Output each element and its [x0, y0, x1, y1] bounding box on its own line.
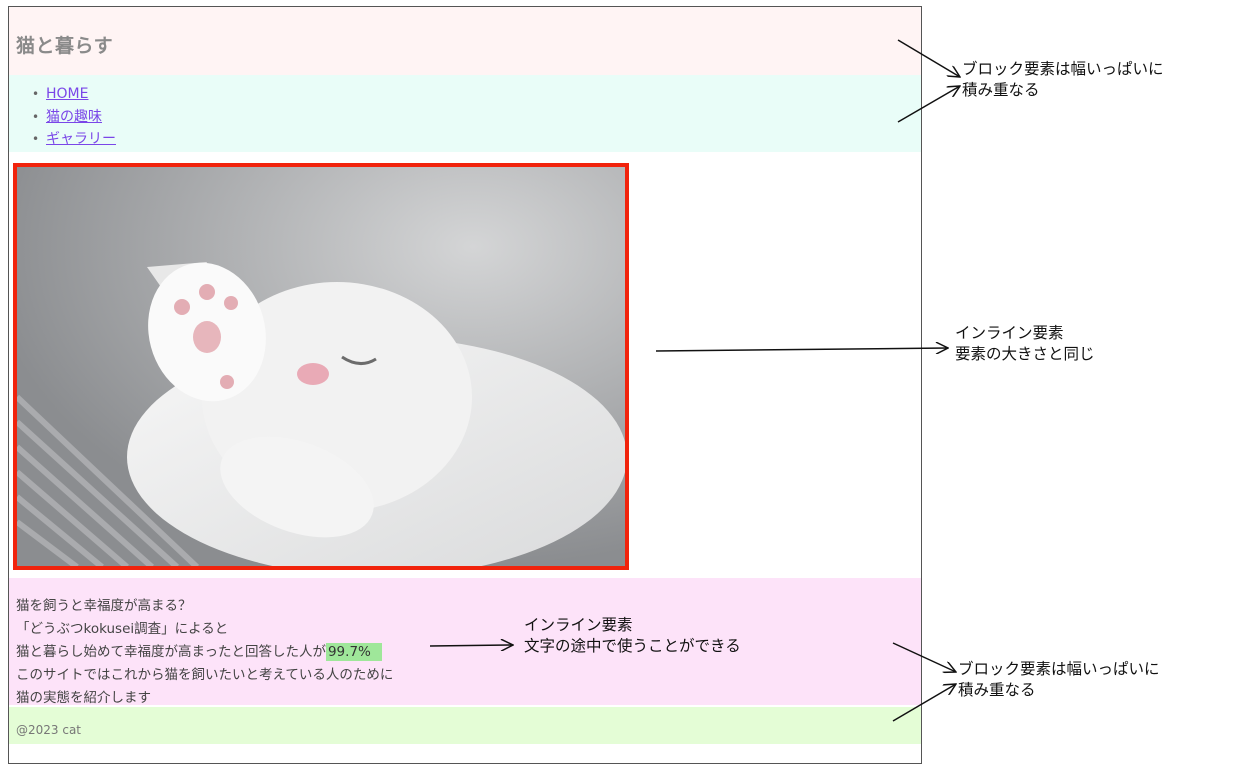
annotation-block-bottom: ブロック要素は幅いっぱいに 積み重なる — [958, 659, 1160, 701]
annotation-block-bottom-line1: ブロック要素は幅いっぱいに — [958, 660, 1160, 678]
annotation-block-bottom-line2: 積み重なる — [958, 681, 1036, 699]
content-line-3: 猫と暮らし始めて幸福度が高まったと回答した人が 99.7% — [16, 640, 382, 661]
annotation-inline-image-line2: 要素の大きさと同じ — [955, 345, 1095, 363]
nav-item-home: • HOME — [32, 83, 116, 106]
annotation-inline-text-line2: 文字の途中で使うことができる — [524, 637, 741, 655]
cat-image — [13, 163, 629, 570]
annotation-block-top-line1: ブロック要素は幅いっぱいに — [962, 60, 1164, 78]
page-frame: 猫と暮らす • HOME • 猫の趣味 • ギャラリー 猫を飼うと幸福度が高まる… — [8, 6, 922, 764]
content-line-5: 猫の実態を紹介します — [16, 690, 151, 706]
annotation-block-top: ブロック要素は幅いっぱいに 積み重なる — [962, 59, 1164, 101]
content-section: 猫を飼うと幸福度が高まる？ 「どうぶつkokusei調査」によると 猫と暮らし始… — [9, 578, 921, 706]
content-line-4: このサイトではこれから猫を飼いたいと考えている人のために — [16, 667, 394, 683]
site-footer: @2023 cat — [9, 707, 921, 744]
nav-link-home[interactable]: HOME — [46, 86, 88, 102]
highlight-percentage: 99.7% — [325, 643, 382, 661]
cat-photo-illustration — [17, 167, 625, 566]
annotation-inline-image-line1: インライン要素 — [955, 324, 1064, 342]
nav-list: • HOME • 猫の趣味 • ギャラリー — [32, 83, 116, 151]
bullet-icon: • — [32, 132, 40, 146]
footer-copyright: @2023 cat — [16, 723, 82, 737]
site-title: 猫と暮らす — [16, 35, 114, 57]
nav-link-gallery[interactable]: ギャラリー — [46, 131, 116, 147]
bullet-icon: • — [32, 87, 40, 101]
content-line-3-text: 猫と暮らし始めて幸福度が高まったと回答した人が — [16, 644, 326, 660]
annotation-inline-text: インライン要素 文字の途中で使うことができる — [524, 615, 741, 657]
site-header: 猫と暮らす — [9, 7, 921, 75]
nav-link-hobby[interactable]: 猫の趣味 — [46, 109, 102, 125]
bullet-icon: • — [32, 109, 40, 124]
annotation-inline-text-line1: インライン要素 — [524, 616, 633, 634]
nav-item-gallery: • ギャラリー — [32, 128, 116, 151]
annotation-inline-image: インライン要素 要素の大きさと同じ — [955, 323, 1095, 365]
nav-item-hobby: • 猫の趣味 — [32, 106, 116, 129]
annotation-block-top-line2: 積み重なる — [962, 81, 1040, 99]
site-nav: • HOME • 猫の趣味 • ギャラリー — [9, 75, 921, 152]
content-line-2: 「どうぶつkokusei調査」によると — [16, 621, 229, 637]
content-line-1: 猫を飼うと幸福度が高まる？ — [16, 598, 192, 614]
